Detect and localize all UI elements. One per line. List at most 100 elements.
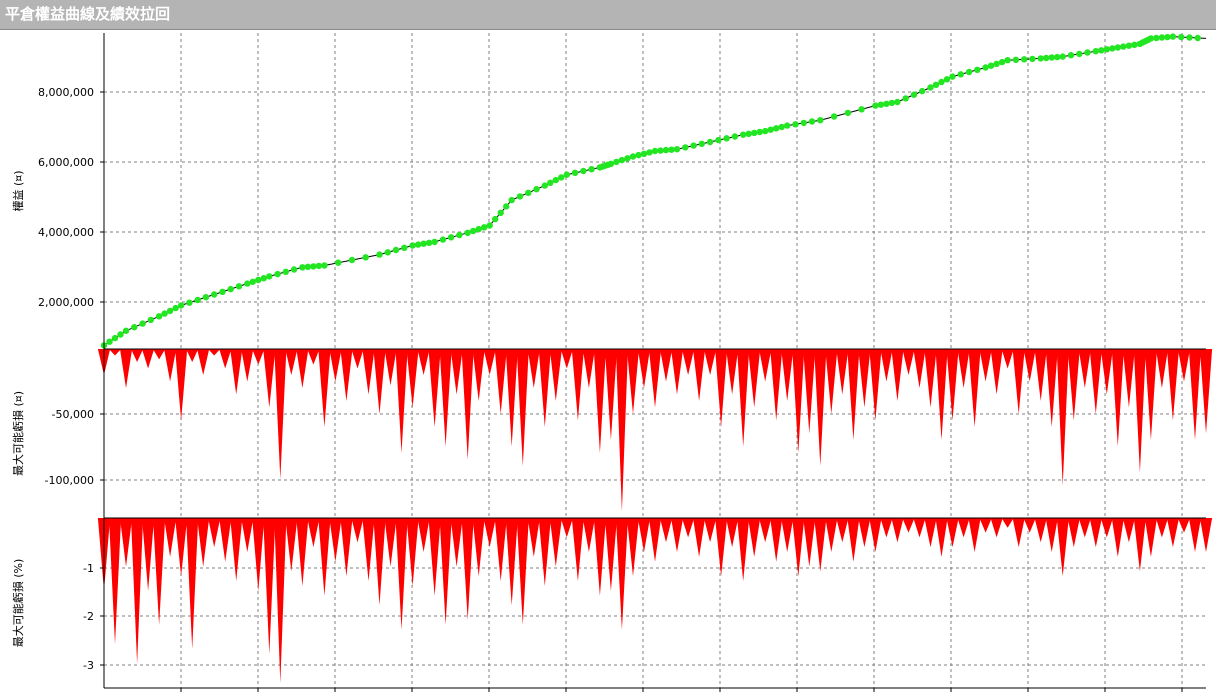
drawdown-spike [153,349,166,360]
equity-marker [808,118,816,125]
drawdown-spike [296,518,309,586]
drawdown-spike [814,349,827,466]
equity-marker [384,249,391,256]
drawdown-spike [869,349,882,421]
equity-marker [817,117,824,124]
equity-marker [715,136,722,144]
equity-marker [1103,46,1111,53]
drawdown-spike [1155,518,1168,538]
equity-marker [784,122,791,129]
equity-marker [1067,52,1075,59]
drawdown-spike [395,518,408,630]
equity-marker [965,68,973,76]
drawdown-spike [604,518,617,591]
drawdown-spike [803,349,816,434]
drawdown-spike [615,518,628,630]
drawdown-spike [737,518,750,582]
equity-panel [100,33,1207,349]
drawdown-spike [1155,349,1168,388]
drawdown-spike [252,518,265,591]
drawdown-spike [615,349,628,512]
equity-marker [172,304,179,312]
drawdown-spike [1177,518,1190,533]
equity-marker [982,64,989,71]
drawdown-spike [781,349,794,401]
y-tick-label: -3 [83,659,94,672]
drawdown-spike [384,349,397,386]
drawdown-spike [704,349,717,375]
drawdown-spike [935,349,948,440]
equity-marker [111,334,119,342]
drawdown-spike [494,518,507,582]
drawdown-spike [637,518,650,552]
drawdown-spike [957,518,970,538]
y-tick-label: -50,000 [52,408,94,421]
equity-marker [773,125,780,132]
drawdown-spike [285,518,298,572]
drawdown-spike [560,349,573,369]
equity-marker [166,307,174,315]
equity-marker [1020,56,1028,63]
equity-marker [858,106,865,113]
drawdown-spike [660,518,673,543]
equity-marker [335,259,342,266]
equity-marker [1043,54,1050,62]
equity-drawdown-chart: 8,000,000 6,000,000 4,000,000 2,000,000 權益 (… [11,33,1213,692]
drawdown-spike [296,349,309,388]
equity-marker [1109,45,1116,52]
equity-marker [362,254,369,261]
y-axis-label: 權益 (¤) [11,170,25,211]
equity-marker [740,131,747,138]
equity-marker [993,60,1000,68]
drawdown-spike [748,349,761,408]
equity-marker [1004,57,1011,64]
drawdown-spike [560,518,573,538]
equity-marker [1147,35,1155,42]
y-axis-label: 最大可能虧損 (¤) [11,391,25,476]
equity-marker [1092,48,1100,55]
drawdown-spike [494,349,507,414]
drawdown-spike [726,518,739,548]
equity-marker [723,135,730,142]
drawdown-spike [384,518,397,567]
equity-marker [792,121,799,128]
equity-marker [409,242,416,249]
equity-marker [690,142,697,149]
drawdown-spike [803,518,816,567]
equity-marker [147,316,154,324]
drawdown-spike [175,349,188,421]
equity-marker [998,58,1006,66]
drawdown-spike [1023,349,1036,382]
drawdown-spike [1188,518,1201,552]
drawdown-spike [1045,349,1058,427]
drawdown-spike [968,349,981,427]
equity-marker [1120,43,1127,50]
equity-marker [756,128,763,136]
drawdown-spike [208,518,221,548]
drawdown-percent-panel [97,518,1213,684]
drawdown-spike [472,349,485,401]
drawdown-spike [1067,349,1080,421]
drawdown-spike [902,349,915,375]
equity-marker [310,263,317,270]
drawdown-spike [792,349,805,453]
drawdown-spike [759,518,772,543]
drawdown-spike [417,518,430,552]
equity-marker [932,81,940,89]
y-tick-label: -100,000 [45,474,94,487]
drawdown-spike [660,349,673,382]
equity-marker [475,225,482,233]
drawdown-spike [1133,518,1146,572]
equity-marker [1158,34,1166,41]
equity-marker [883,100,890,108]
drawdown-spike [571,518,584,582]
equity-marker [957,71,964,78]
equity-marker [844,109,852,117]
equity-marker [974,66,981,74]
drawdown-spike [825,518,838,552]
drawdown-spike [417,349,430,375]
drawdown-spike [869,518,882,552]
drawdown-spike [428,518,441,596]
drawdown-spike [858,518,871,548]
y-tick-label: 8,000,000 [38,86,94,99]
